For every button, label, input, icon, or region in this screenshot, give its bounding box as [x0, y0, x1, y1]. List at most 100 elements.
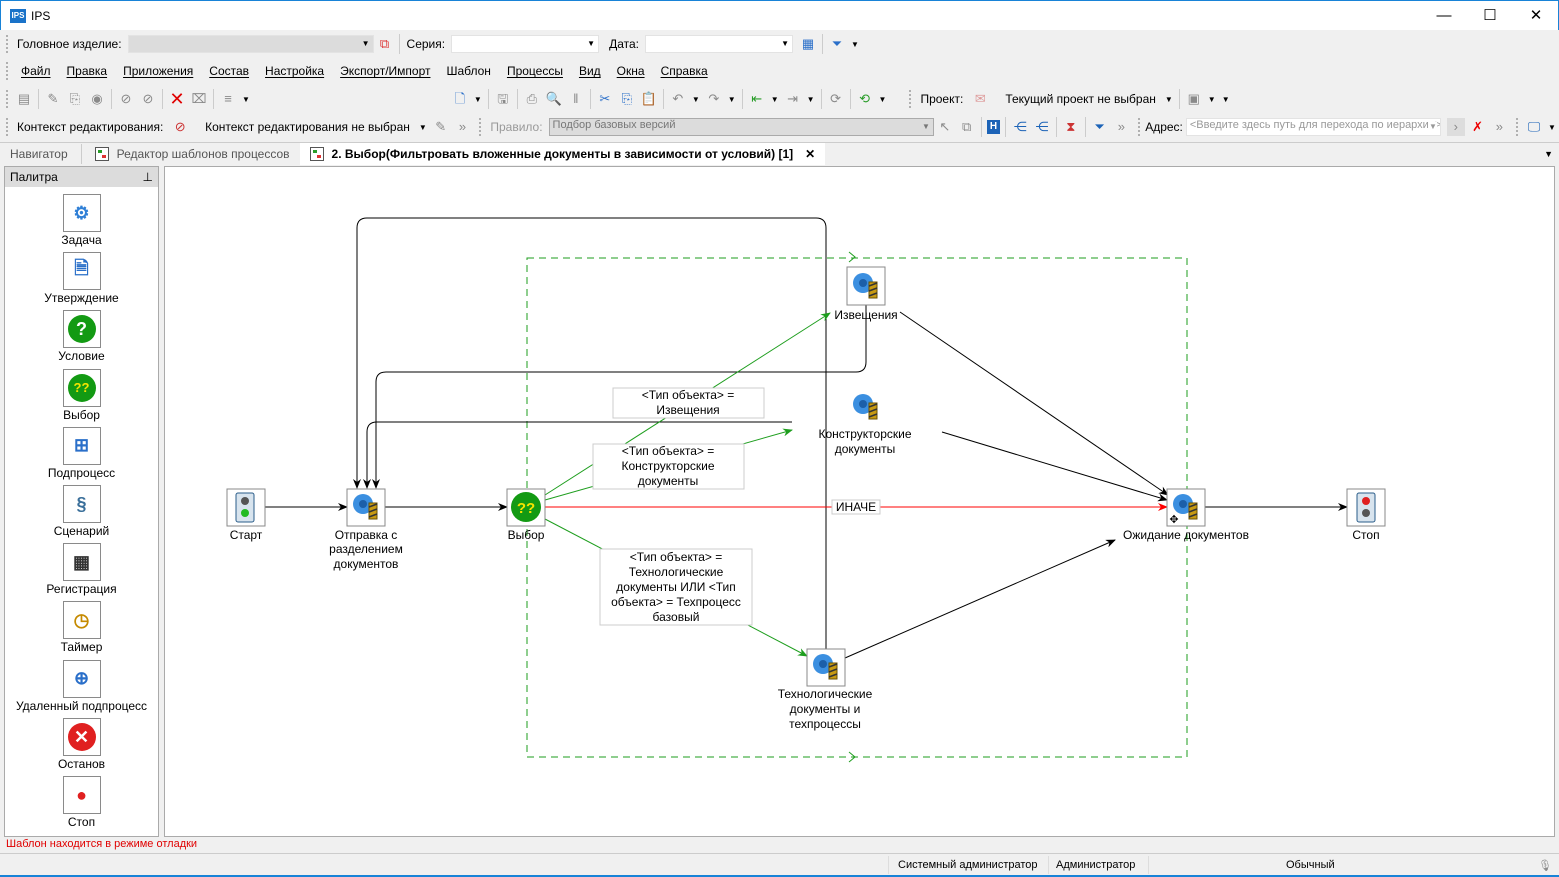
go-icon[interactable]: ›: [1446, 118, 1465, 136]
properties-icon[interactable]: ▤: [15, 90, 33, 108]
dropdown-arrow-icon[interactable]: ▼: [1548, 123, 1556, 132]
menu-processes[interactable]: Процессы: [507, 64, 563, 78]
filter-icon[interactable]: ⏷: [828, 35, 846, 53]
project-action-icon[interactable]: ▣: [1185, 90, 1203, 108]
preview-icon[interactable]: 🔍: [545, 90, 563, 108]
toolbar-grip[interactable]: [6, 118, 9, 136]
copy-icon[interactable]: ⎘: [618, 90, 636, 108]
condition-else[interactable]: ИНАЧЕ: [831, 499, 881, 515]
context-edit-icon[interactable]: ✎: [432, 118, 450, 136]
clear-address-icon[interactable]: ✗: [1469, 118, 1487, 136]
chevron-down-icon[interactable]: ▼: [419, 123, 427, 132]
dropdown-arrow-icon[interactable]: ▼: [771, 95, 779, 104]
block-doc-icon[interactable]: ⊘: [117, 90, 135, 108]
node-wait[interactable]: ✥ Ожидание документов: [1123, 488, 1249, 542]
new-document-icon[interactable]: 🗋: [451, 90, 469, 108]
chevron-down-icon[interactable]: ▼: [1165, 95, 1173, 104]
unblock-doc-icon[interactable]: ⊘: [139, 90, 157, 108]
structure-icon[interactable]: ⧉: [376, 35, 394, 53]
menu-template[interactable]: Шаблон: [446, 64, 490, 78]
clear-icon[interactable]: ⌧: [190, 90, 208, 108]
palette-item-4[interactable]: ?? Выбор: [5, 368, 158, 422]
tab-process-template-editor[interactable]: Редактор шаблонов процессов: [85, 143, 300, 165]
save-icon[interactable]: 🖫: [494, 90, 512, 108]
palette-item-3[interactable]: ? Условие: [5, 310, 158, 363]
toolbar-grip[interactable]: [6, 62, 9, 80]
dropdown-arrow-icon[interactable]: ▼: [474, 95, 482, 104]
approve-doc-icon[interactable]: ◉: [88, 90, 106, 108]
address-input[interactable]: <Введите здесь путь для перехода по иера…: [1185, 118, 1441, 136]
export-icon[interactable]: ⇥: [784, 90, 802, 108]
compare-icon[interactable]: ⧗: [1062, 118, 1080, 136]
print-icon[interactable]: ⎙: [523, 90, 541, 108]
pin-icon[interactable]: ⊥: [143, 167, 153, 187]
edge-tech-to-wait[interactable]: [844, 539, 1116, 659]
history-icon[interactable]: H: [986, 120, 1001, 134]
node-start[interactable]: Старт: [226, 488, 266, 542]
pointer-icon[interactable]: ↖: [936, 118, 954, 136]
dropdown-arrow-icon[interactable]: ▼: [1222, 95, 1230, 104]
palette-item-11[interactable]: ● Стоп: [5, 776, 158, 829]
project-value[interactable]: Текущий проект не выбран: [1005, 92, 1156, 106]
context-more-icon[interactable]: »: [454, 118, 472, 136]
sync-icon[interactable]: ⟲: [856, 90, 874, 108]
refresh-icon[interactable]: ⟳: [827, 90, 845, 108]
copy-doc-icon[interactable]: ⎘: [66, 90, 84, 108]
date-combo[interactable]: ▼: [645, 35, 793, 53]
filter-icon[interactable]: ⏷: [1091, 118, 1109, 136]
edge-notices-to-wait[interactable]: [899, 311, 1169, 496]
menu-help[interactable]: Справка: [661, 64, 708, 78]
context-value[interactable]: Контекст редактирования не выбран: [205, 120, 410, 134]
more-icon[interactable]: »: [1490, 118, 1508, 136]
node-stop[interactable]: Стоп: [1346, 488, 1386, 542]
series-combo[interactable]: ▼: [451, 35, 600, 53]
menu-settings[interactable]: Настройка: [265, 64, 324, 78]
redo-icon[interactable]: ↷: [705, 90, 723, 108]
tab-navigator[interactable]: Навигатор: [0, 143, 78, 165]
node-notices[interactable]: Извещения: [834, 266, 898, 322]
minimize-button[interactable]: —: [1421, 1, 1467, 31]
dropdown-arrow-icon[interactable]: ▼: [851, 40, 859, 49]
dropdown-arrow-icon[interactable]: ▼: [728, 95, 736, 104]
maximize-button[interactable]: ☐: [1467, 1, 1513, 31]
node-design[interactable]: Конструкторские документы: [818, 393, 912, 456]
condition-notices[interactable]: <Тип объекта> = Извещения: [612, 387, 765, 419]
head-product-combo[interactable]: ▼: [127, 35, 374, 53]
toolbar-grip[interactable]: [6, 35, 9, 53]
more-icon[interactable]: »: [1112, 118, 1130, 136]
cut-icon[interactable]: ✂: [596, 90, 614, 108]
toolbar-grip[interactable]: [6, 90, 9, 108]
toolbar-grip[interactable]: [1138, 118, 1141, 136]
palette-item-1[interactable]: ⚙ Задача: [5, 194, 158, 247]
delete-icon[interactable]: ✕: [168, 90, 186, 108]
tab-choice-diagram[interactable]: 2. Выбор(Фильтровать вложенные документы…: [299, 142, 826, 165]
dropdown-arrow-icon[interactable]: ▼: [1208, 95, 1216, 104]
palette-item-10[interactable]: ✕ Останов: [5, 717, 158, 771]
node-send[interactable]: Отправка с разделением документов: [329, 488, 403, 571]
edge-design-to-wait[interactable]: [941, 431, 1168, 502]
diagram-canvas[interactable]: <Тип объекта> = Извещения <Тип объекта> …: [164, 166, 1555, 837]
palette-item-8[interactable]: ◷ Таймер: [5, 601, 158, 654]
collapse-tree-icon[interactable]: ⋲: [1033, 118, 1051, 136]
display-icon[interactable]: 🖵: [1525, 118, 1543, 136]
dropdown-arrow-icon[interactable]: ▼: [879, 95, 887, 104]
context-icon[interactable]: ⊘: [171, 118, 189, 136]
menu-export-import[interactable]: Экспорт/Импорт: [340, 64, 430, 78]
tree-icon[interactable]: ⧉: [958, 118, 976, 136]
toolbar-grip[interactable]: [1516, 118, 1519, 136]
menu-file[interactable]: Файл: [21, 64, 51, 78]
dropdown-arrow-icon[interactable]: ▼: [807, 95, 815, 104]
paste-icon[interactable]: 📋: [640, 90, 658, 108]
tab-list-icon[interactable]: ▼: [1544, 149, 1553, 159]
edge-tech-to-send[interactable]: [353, 217, 827, 649]
palette-item-9[interactable]: ⊕ Удаленный подпроцесс: [5, 659, 158, 713]
palette-item-2[interactable]: 🗎 Утверждение: [5, 252, 158, 305]
rule-combo[interactable]: Подбор базовых версий ▼: [548, 118, 934, 136]
microphone-icon[interactable]: 🎙: [1538, 859, 1552, 872]
palette-item-6[interactable]: § Сценарий: [5, 485, 158, 538]
node-tech[interactable]: Технологические документы и техпроцессы: [778, 648, 873, 731]
toolbar-grip[interactable]: [909, 90, 912, 108]
dropdown-arrow-icon[interactable]: ▼: [242, 95, 250, 104]
barcode-icon[interactable]: ‖: [567, 90, 585, 108]
import-icon[interactable]: ⇤: [748, 90, 766, 108]
